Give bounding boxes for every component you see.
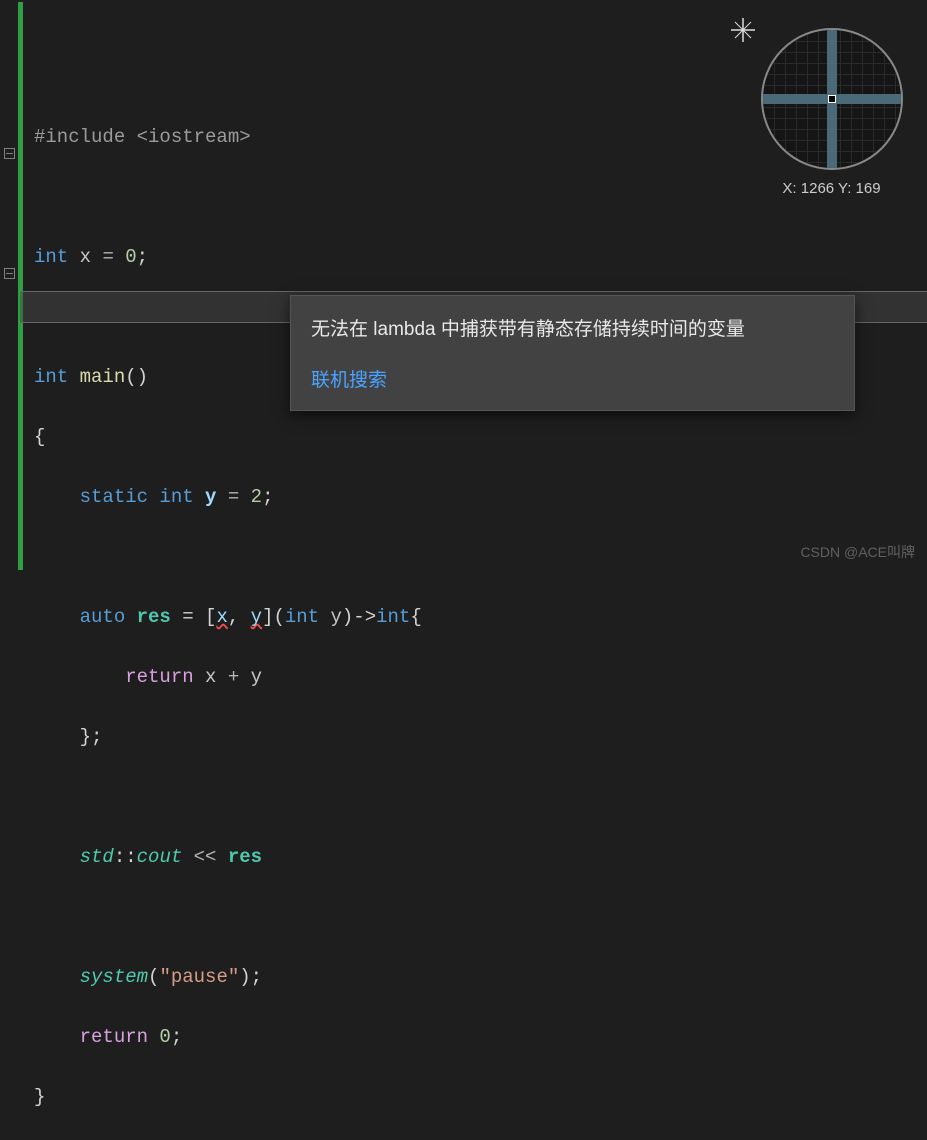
- watermark: CSDN @ACE叫牌: [800, 542, 915, 562]
- magnifier-center-pixel: [828, 95, 836, 103]
- code-lines: #include <iostream> int x = 0; int main(…: [34, 92, 927, 1140]
- error-capture-x: x: [216, 606, 227, 628]
- tooltip-message: 无法在 lambda 中捕获带有静态存储持续时间的变量: [311, 314, 834, 341]
- preproc-directive: #include: [34, 126, 125, 148]
- fold-icon[interactable]: [4, 268, 15, 279]
- magnifier-coords: X: 1266 Y: 169: [754, 180, 909, 197]
- pixel-magnifier: X: 1266 Y: 169: [754, 28, 909, 197]
- error-tooltip: 无法在 lambda 中捕获带有静态存储持续时间的变量 联机搜索: [290, 295, 855, 411]
- gutter: [0, 2, 20, 570]
- fold-icon[interactable]: [4, 148, 15, 159]
- magnifier-lens: [761, 28, 903, 170]
- error-capture-y: y: [251, 606, 262, 628]
- function-name: main: [68, 366, 125, 388]
- tooltip-search-link[interactable]: 联机搜索: [311, 365, 834, 392]
